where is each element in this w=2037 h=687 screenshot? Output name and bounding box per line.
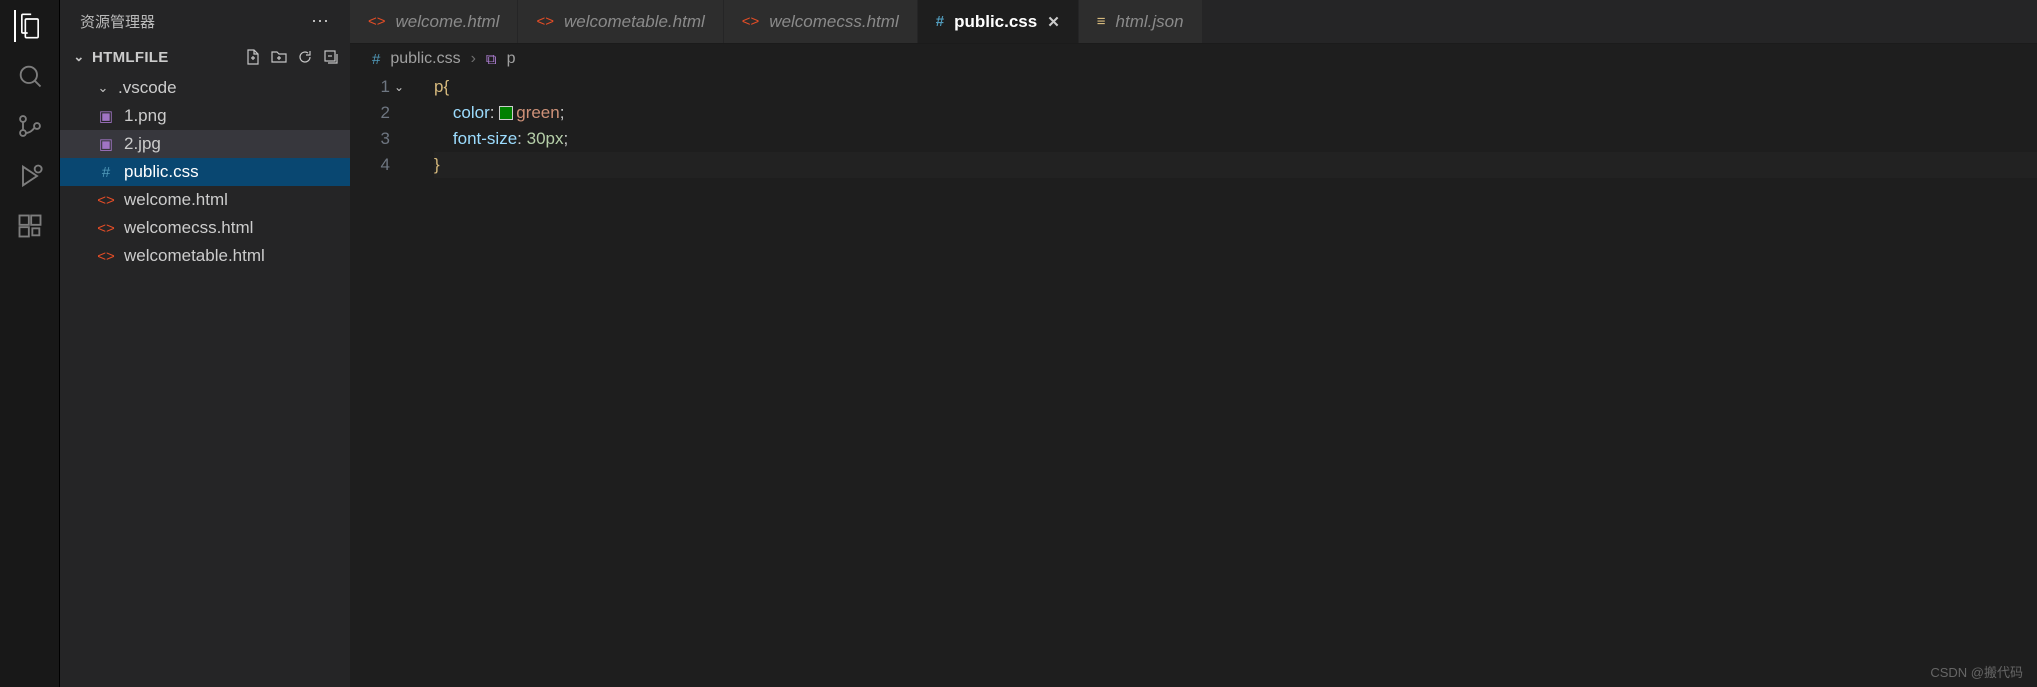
line-number: 3 xyxy=(381,129,390,148)
tree-label: public.css xyxy=(124,162,199,182)
fold-icon[interactable]: ⌄ xyxy=(394,74,404,100)
tree-label: welcome.html xyxy=(124,190,228,210)
breadcrumb-file[interactable]: public.css xyxy=(390,50,460,68)
line-number: 1 xyxy=(381,77,390,96)
tree-file-1png[interactable]: ▣ 1.png xyxy=(60,102,350,130)
chevron-down-icon: ⌄ xyxy=(96,80,110,96)
code-content[interactable]: p{ color: green; font-size: 30px; } xyxy=(410,74,2037,687)
tab-label: welcometable.html xyxy=(564,12,705,32)
json-file-icon: ≡ xyxy=(1097,13,1106,30)
breadcrumb-separator: › xyxy=(471,50,476,68)
chevron-down-icon: ⌄ xyxy=(72,49,86,65)
explorer-sidebar: 资源管理器 ⋯ ⌄ HTMLFILE ⌄ .vscode ▣ 1.png xyxy=(60,0,350,687)
code-token: } xyxy=(434,155,440,174)
symbol-icon: ⧉ xyxy=(486,51,497,68)
tree-label: welcometable.html xyxy=(124,246,265,266)
tree-label: 2.jpg xyxy=(124,134,161,154)
tab-welcometable-html[interactable]: <> welcometable.html xyxy=(518,0,723,43)
tree-label: 1.png xyxy=(124,106,167,126)
tab-html-json[interactable]: ≡ html.json xyxy=(1079,0,1203,43)
html-file-icon: <> xyxy=(96,220,116,237)
sidebar-more-icon[interactable]: ⋯ xyxy=(311,11,330,32)
tab-label: html.json xyxy=(1116,12,1184,32)
close-icon[interactable]: ✕ xyxy=(1047,13,1060,31)
color-swatch-icon xyxy=(499,106,513,120)
explorer-icon[interactable] xyxy=(14,10,46,42)
refresh-icon[interactable] xyxy=(294,46,316,68)
section-actions xyxy=(242,46,342,68)
code-token: 30px xyxy=(527,129,564,148)
tab-welcome-html[interactable]: <> welcome.html xyxy=(350,0,518,43)
image-file-icon: ▣ xyxy=(96,107,116,125)
sidebar-title: 资源管理器 xyxy=(80,11,155,32)
tab-label: welcomecss.html xyxy=(769,12,898,32)
search-icon[interactable] xyxy=(14,60,46,92)
line-gutter: 1⌄ 2 3 4 xyxy=(350,74,410,687)
html-file-icon: <> xyxy=(96,192,116,209)
code-token: : xyxy=(490,103,495,122)
sidebar-section-header[interactable]: ⌄ HTMLFILE xyxy=(60,42,350,72)
code-token: green xyxy=(516,103,559,122)
line-number: 2 xyxy=(381,103,390,122)
tab-welcomecss-html[interactable]: <> welcomecss.html xyxy=(724,0,918,43)
code-token: ; xyxy=(560,103,565,122)
tab-label: public.css xyxy=(954,12,1037,32)
sidebar-header: 资源管理器 ⋯ xyxy=(60,0,350,42)
css-file-icon: # xyxy=(96,164,116,181)
line-number: 4 xyxy=(381,155,390,174)
tab-public-css[interactable]: # public.css ✕ xyxy=(918,0,1079,43)
tree-file-publiccss[interactable]: # public.css xyxy=(60,158,350,186)
watermark: CSDN @搬代码 xyxy=(1930,662,2023,681)
file-tree: ⌄ .vscode ▣ 1.png ▣ 2.jpg # public.css <… xyxy=(60,72,350,270)
code-token: { xyxy=(443,77,449,96)
editor-tabs: <> welcome.html <> welcometable.html <> … xyxy=(350,0,2037,44)
tree-folder-vscode[interactable]: ⌄ .vscode xyxy=(60,74,350,102)
new-folder-icon[interactable] xyxy=(268,46,290,68)
editor-area: <> welcome.html <> welcometable.html <> … xyxy=(350,0,2037,687)
tab-label: welcome.html xyxy=(396,12,500,32)
css-file-icon: # xyxy=(936,13,944,30)
code-token: color xyxy=(453,103,490,122)
tree-file-welcometablehtml[interactable]: <> welcometable.html xyxy=(60,242,350,270)
code-token: font-size xyxy=(453,129,517,148)
run-debug-icon[interactable] xyxy=(14,160,46,192)
tree-label: .vscode xyxy=(118,78,177,98)
new-file-icon[interactable] xyxy=(242,46,264,68)
breadcrumb-symbol[interactable]: p xyxy=(507,50,516,68)
extensions-icon[interactable] xyxy=(14,210,46,242)
html-file-icon: <> xyxy=(742,13,760,30)
collapse-all-icon[interactable] xyxy=(320,46,342,68)
html-file-icon: <> xyxy=(96,248,116,265)
section-name: HTMLFILE xyxy=(92,49,169,66)
image-file-icon: ▣ xyxy=(96,135,116,153)
html-file-icon: <> xyxy=(368,13,386,30)
activity-bar xyxy=(0,0,60,687)
tree-file-welcomehtml[interactable]: <> welcome.html xyxy=(60,186,350,214)
tree-file-welcomecsshtml[interactable]: <> welcomecss.html xyxy=(60,214,350,242)
breadcrumbs[interactable]: # public.css › ⧉ p xyxy=(350,44,2037,74)
source-control-icon[interactable] xyxy=(14,110,46,142)
code-token: : xyxy=(517,129,522,148)
code-token: ; xyxy=(564,129,569,148)
tree-file-2jpg[interactable]: ▣ 2.jpg xyxy=(60,130,350,158)
code-editor[interactable]: 1⌄ 2 3 4 p{ color: green; font-size: 30p… xyxy=(350,74,2037,687)
html-file-icon: <> xyxy=(536,13,554,30)
tree-label: welcomecss.html xyxy=(124,218,253,238)
css-file-icon: # xyxy=(372,51,380,68)
